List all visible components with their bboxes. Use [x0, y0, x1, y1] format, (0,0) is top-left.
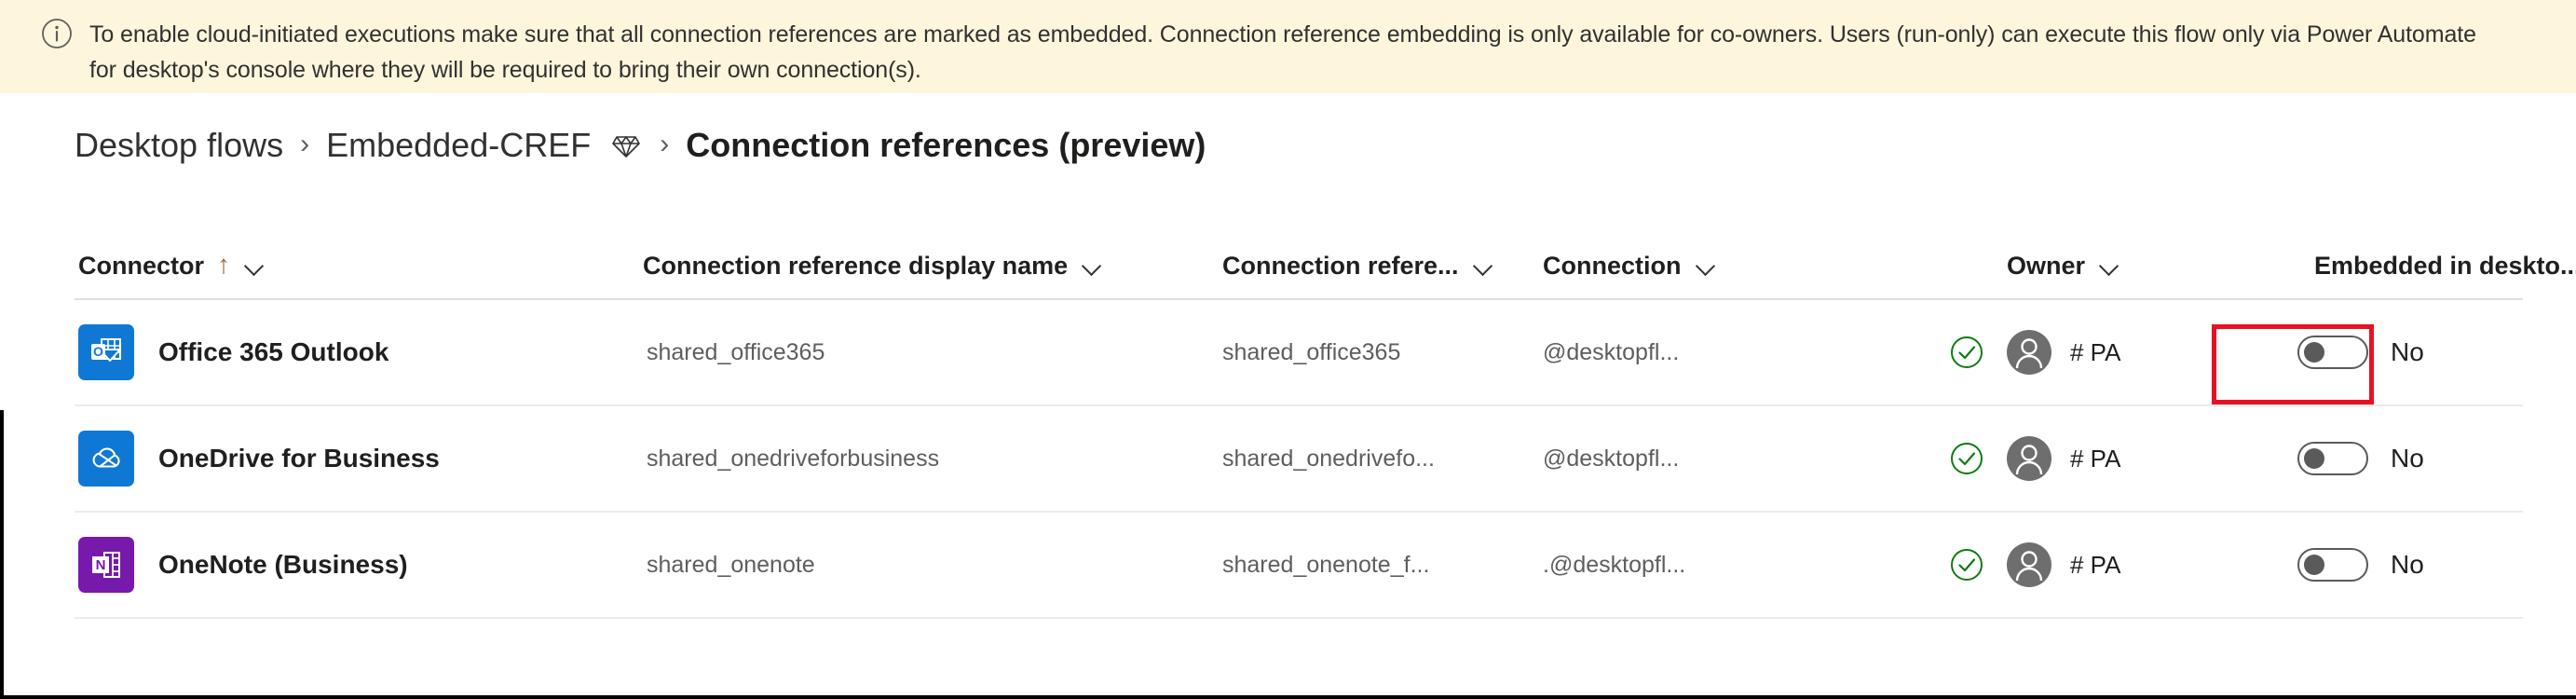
- cell-owner: # PA: [1854, 300, 2243, 404]
- cell-display-name: shared_onenote: [643, 513, 1222, 617]
- cell-display-name: shared_onedriveforbusiness: [643, 406, 1222, 511]
- breadcrumb-item-desktop-flows[interactable]: Desktop flows: [75, 126, 283, 165]
- connection-value: .@desktopfl...: [1543, 551, 1686, 578]
- breadcrumb-item-embedded-cref[interactable]: Embedded-CREF: [326, 126, 591, 165]
- embedded-toggle-label: No: [2391, 337, 2424, 366]
- chevron-down-icon[interactable]: [1697, 259, 1717, 272]
- table-row[interactable]: OneDrive for Business shared_onedrivefor…: [75, 406, 2523, 513]
- breadcrumb-separator-icon-2: ›: [660, 129, 670, 159]
- cell-display-name: shared_office365: [643, 300, 1222, 404]
- cell-reference-name: shared_office365: [1222, 300, 1530, 404]
- column-header-display-name-label: Connection reference display name: [643, 251, 1069, 280]
- column-header-connector[interactable]: Connector ↑: [75, 252, 643, 281]
- column-header-owner[interactable]: Owner: [1854, 252, 2243, 281]
- cell-connector: OneDrive for Business: [75, 406, 643, 511]
- onedrive-for-business-icon: [78, 431, 134, 487]
- cell-reference-name: shared_onenote_f...: [1222, 513, 1530, 617]
- reference-name-value: shared_onedrivefo...: [1222, 445, 1435, 472]
- column-header-owner-label: Owner: [2007, 251, 2086, 280]
- image-frame-bottom: [0, 695, 2576, 699]
- connector-name: OneDrive for Business: [158, 444, 440, 473]
- reference-name-value: shared_office365: [1222, 338, 1401, 365]
- connection-value: @desktopfl...: [1543, 338, 1680, 365]
- embedded-toggle-label: No: [2391, 444, 2424, 473]
- embedded-toggle[interactable]: [2297, 548, 2368, 582]
- cell-connection: @desktopfl...: [1530, 300, 1854, 404]
- display-name-value: shared_office365: [647, 338, 825, 365]
- table-row[interactable]: N OneNote (Business) shared_onenote shar…: [75, 513, 2523, 619]
- chevron-down-icon[interactable]: [2100, 259, 2120, 272]
- cell-connector: O Office 365 Outlook: [75, 300, 643, 404]
- gem-icon: [609, 129, 643, 162]
- info-banner-text: To enable cloud-initiated executions mak…: [89, 21, 2476, 83]
- onenote-business-icon: N: [78, 537, 134, 593]
- embedded-toggle-label: No: [2391, 550, 2424, 579]
- display-name-value: shared_onedriveforbusiness: [647, 445, 940, 472]
- chevron-down-icon[interactable]: [1083, 259, 1103, 272]
- embedded-toggle[interactable]: [2297, 442, 2368, 475]
- breadcrumb-item-connection-references: Connection references (preview): [686, 126, 1206, 164]
- image-frame-left: [0, 410, 4, 699]
- connection-value: @desktopfl...: [1543, 445, 1680, 472]
- display-name-value: shared_onenote: [647, 551, 815, 578]
- column-header-embedded-label: Embedded in deskto...: [2314, 251, 2576, 280]
- owner-name: # PA: [2070, 550, 2121, 579]
- column-header-connection[interactable]: Connection: [1530, 252, 1854, 281]
- connector-name: OneNote (Business): [158, 550, 408, 579]
- table-header-row: Connector ↑ Connection reference display…: [75, 233, 2576, 300]
- chevron-down-icon[interactable]: [1474, 259, 1494, 272]
- cell-connection: .@desktopfl...: [1530, 513, 1854, 617]
- check-circle-icon: [1949, 547, 1984, 582]
- table-row[interactable]: O Office 365 Outlook shared_office365 sh…: [75, 300, 2523, 406]
- cell-owner: # PA: [1854, 513, 2243, 617]
- cell-connection: @desktopfl...: [1530, 406, 1854, 511]
- connector-name: Office 365 Outlook: [158, 337, 389, 366]
- chevron-down-icon[interactable]: [245, 259, 266, 272]
- check-circle-icon: [1949, 335, 1984, 370]
- cell-reference-name: shared_onedrivefo...: [1222, 406, 1530, 511]
- reference-name-value: shared_onenote_f...: [1222, 551, 1430, 578]
- column-header-reference-name-label: Connection refere...: [1222, 251, 1459, 280]
- column-header-embedded[interactable]: Embedded in deskto...: [2243, 252, 2576, 281]
- svg-text:N: N: [96, 557, 106, 573]
- cell-owner: # PA: [1854, 406, 2243, 511]
- owner-name: # PA: [2070, 337, 2121, 366]
- toggle-knob: [2304, 342, 2324, 363]
- cell-embedded: No: [2243, 300, 2523, 404]
- check-circle-icon: [1949, 441, 1984, 476]
- embedded-toggle[interactable]: [2297, 336, 2368, 369]
- svg-text:O: O: [93, 344, 103, 359]
- cell-embedded: No: [2243, 406, 2523, 511]
- breadcrumb-separator-icon: ›: [300, 129, 310, 159]
- cell-embedded: No: [2243, 513, 2523, 617]
- info-banner: To enable cloud-initiated executions mak…: [0, 0, 2576, 93]
- column-header-connector-label: Connector: [78, 251, 204, 280]
- column-header-connection-label: Connection: [1543, 251, 1682, 280]
- column-header-display-name[interactable]: Connection reference display name: [643, 252, 1222, 281]
- office-365-outlook-icon: O: [78, 324, 134, 380]
- connection-references-table: Connector ↑ Connection reference display…: [75, 233, 2576, 619]
- toggle-knob: [2304, 555, 2324, 575]
- info-circle-icon: [41, 18, 73, 49]
- cell-connector: N OneNote (Business): [75, 513, 643, 617]
- avatar: [2007, 330, 2051, 375]
- column-header-reference-name[interactable]: Connection refere...: [1222, 252, 1530, 281]
- toggle-knob: [2304, 448, 2324, 469]
- owner-name: # PA: [2070, 444, 2121, 473]
- avatar: [2007, 436, 2051, 481]
- sort-ascending-icon: ↑: [217, 250, 230, 279]
- breadcrumb: Desktop flows › Embedded-CREF › Connecti…: [75, 116, 1206, 174]
- avatar: [2007, 542, 2051, 587]
